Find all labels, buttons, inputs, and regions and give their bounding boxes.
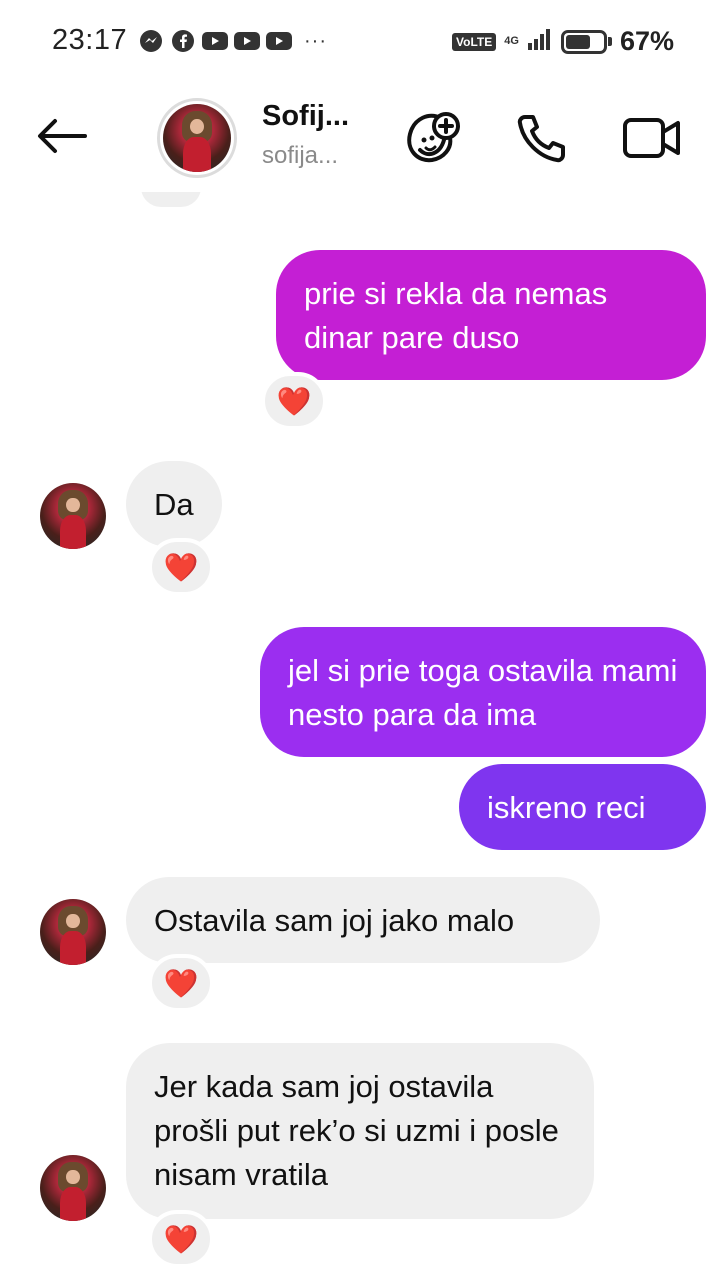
avatar-sticker-button[interactable] xyxy=(402,108,466,168)
reaction-badge[interactable]: ❤️ xyxy=(148,538,214,596)
message-text: jel si prie toga ostavila mami nesto par… xyxy=(288,653,678,732)
sender-avatar[interactable] xyxy=(40,483,106,549)
status-time: 23:17 xyxy=(52,24,128,56)
sender-avatar[interactable] xyxy=(40,899,106,965)
message-text: Jer kada sam joj ostavila prošli put rek… xyxy=(154,1069,559,1192)
status-app-icons: ··· xyxy=(138,28,327,54)
message-thread: prie si rekla da nemas dinar pare duso ❤… xyxy=(0,192,724,1287)
reaction-badge[interactable]: ❤️ xyxy=(261,372,327,430)
youtube-icon xyxy=(234,28,260,54)
screen: 23:17 ··· VoLTE 4G 67% Sofij... sofija..… xyxy=(0,0,724,1287)
youtube-icon xyxy=(202,28,228,54)
contact-username[interactable]: sofija... xyxy=(262,142,338,170)
incoming-message[interactable]: Jer kada sam joj ostavila prošli put rek… xyxy=(126,1043,594,1219)
outgoing-message[interactable]: jel si prie toga ostavila mami nesto par… xyxy=(260,627,706,757)
back-arrow-icon xyxy=(38,119,87,153)
signal-icon xyxy=(527,27,553,56)
sender-avatar[interactable] xyxy=(40,1155,106,1221)
volte-badge: VoLTE xyxy=(452,32,497,51)
network-type: 4G xyxy=(504,35,519,47)
status-bar: 23:17 ··· VoLTE 4G 67% xyxy=(0,0,724,84)
chat-header: Sofij... sofija... xyxy=(0,84,724,192)
heart-icon: ❤️ xyxy=(276,385,312,417)
message-text: Ostavila sam joj jako malo xyxy=(154,903,515,938)
reaction-badge[interactable]: ❤️ xyxy=(148,1210,214,1268)
reaction-badge[interactable] xyxy=(138,192,204,210)
heart-icon: ❤️ xyxy=(163,551,199,583)
incoming-message[interactable]: Ostavila sam joj jako malo xyxy=(126,877,600,963)
heart-icon: ❤️ xyxy=(163,967,199,999)
facebook-icon xyxy=(170,28,196,54)
phone-icon xyxy=(517,115,565,163)
youtube-icon xyxy=(266,28,292,54)
voice-call-button[interactable] xyxy=(510,108,574,168)
reaction-badge[interactable]: ❤️ xyxy=(148,954,214,1012)
video-call-button[interactable] xyxy=(620,108,684,168)
messenger-icon xyxy=(138,28,164,54)
contact-name[interactable]: Sofij... xyxy=(262,100,349,133)
outgoing-message[interactable]: iskreno reci xyxy=(459,764,706,850)
more-notifications-icon: ··· xyxy=(304,29,327,52)
back-button[interactable] xyxy=(32,110,92,162)
incoming-message[interactable]: Da xyxy=(126,461,222,547)
message-text: iskreno reci xyxy=(487,790,646,825)
battery-percent: 67% xyxy=(619,26,674,56)
face-plus-icon xyxy=(407,112,460,163)
message-text: prie si rekla da nemas dinar pare duso xyxy=(304,276,608,355)
contact-avatar[interactable] xyxy=(157,98,237,178)
message-text: Da xyxy=(154,487,194,522)
battery-icon xyxy=(560,29,612,54)
status-right: VoLTE 4G 67% xyxy=(452,26,674,57)
heart-icon: ❤️ xyxy=(163,1223,199,1255)
outgoing-message[interactable]: prie si rekla da nemas dinar pare duso xyxy=(276,250,706,380)
video-camera-icon xyxy=(623,118,680,158)
